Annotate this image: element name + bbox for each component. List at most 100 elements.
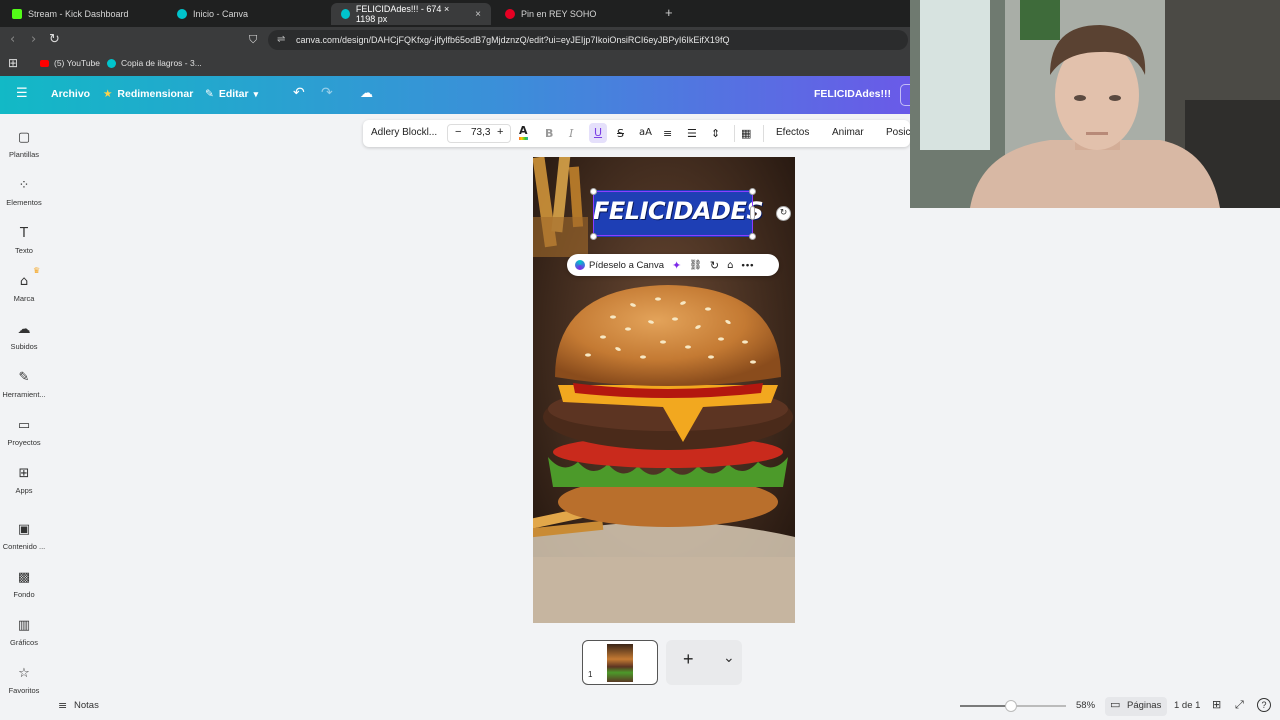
tab-inicio-canva[interactable]: Inicio - Canva [167,3,332,25]
edit-mode-button[interactable]: ✎ Editar ▾ [205,88,258,100]
url-field[interactable]: ⇌ canva.com/design/DAHCjFQKfxg/-jlfylfb6… [268,30,908,50]
text-color-icon[interactable]: A [519,125,528,140]
edit-label: Editar [218,88,249,100]
tab-felicidades-design[interactable]: FELICIDAdes!!! - 674 × 1198 px × [331,3,491,25]
spacing-icon[interactable]: ⇕ [711,127,720,140]
apps-icon: ⊞ [18,466,30,481]
redo-icon[interactable]: ↷ [321,85,333,101]
tab-title: Inicio - Canva [193,9,249,19]
fullscreen-icon[interactable]: ⤢ [1235,698,1244,712]
sidebar-item-elements[interactable]: ⁘ Elementos [0,178,48,207]
decrease-font-button[interactable]: − [455,126,461,138]
resize-label: Redimensionar [117,88,194,100]
sidebar-item-favorites[interactable]: ☆ Favoritos [0,666,48,695]
sidebar-item-label: Subidos [10,342,38,351]
animate-button[interactable]: Animar [832,127,864,138]
left-sidebar: ▢ Plantillas ⁘ Elementos T Texto ♛ ⌂ Mar… [0,114,48,720]
sidebar-item-projects[interactable]: ▭ Proyectos [0,418,48,447]
bookmark-youtube[interactable]: (5) YouTube [40,58,100,68]
sidebar-item-charts[interactable]: ▥ Gráficos [0,618,48,647]
sidebar-item-tools[interactable]: ✎ Herramient... [0,370,48,399]
rotate-icon[interactable]: ↻ [776,206,791,221]
tab-pin-rey-soho[interactable]: Pin en REY SOHO [495,3,665,25]
bold-icon[interactable]: B [545,127,553,140]
undo-icon[interactable]: ↶ [293,85,305,101]
kick-icon [12,9,22,19]
element-context-menu: Pídeselo a Canva ✦ ⛓ ↻ ⌂ ••• [567,254,779,276]
grid-view-icon[interactable]: ⊞ [1212,698,1221,711]
more-options-icon[interactable]: ••• [742,260,755,271]
bookmark-copia[interactable]: Copia de ilagros - 3... [107,58,202,68]
close-tab-icon[interactable]: × [475,9,481,20]
sidebar-item-templates[interactable]: ▢ Plantillas [0,130,48,159]
canva-ai-icon [575,260,585,270]
elements-icon: ⁘ [18,178,30,193]
underline-icon[interactable]: U [589,123,607,143]
page-number: 1 [588,670,593,679]
design-page[interactable]: FELICIDADES ↻ [533,157,795,623]
apps-grid-icon[interactable]: ⊞ [8,56,18,70]
notes-button[interactable]: Notas [74,700,99,711]
zoom-level[interactable]: 58% [1076,700,1095,711]
side-handle[interactable] [750,206,755,220]
share-button-edge[interactable] [900,84,910,106]
resize-button[interactable]: ★ Redimensionar [103,88,193,100]
effects-button[interactable]: Efectos [776,127,809,138]
chevron-down-icon[interactable]: ⌄ [723,650,735,666]
font-family-dropdown[interactable]: Adlery Blockl... [371,127,437,138]
design-title[interactable]: FELICIDAdes!!! [814,88,891,100]
notes-icon: ≡ [58,699,68,712]
charts-icon: ▥ [17,618,31,633]
sidebar-item-brand[interactable]: ♛ ⌂ Marca [0,266,48,303]
sidebar-item-background[interactable]: ▩ Fondo [0,570,48,599]
sidebar-item-label: Texto [15,246,33,255]
resize-handle[interactable] [590,188,597,195]
align-center-icon[interactable]: ≡ [663,127,672,140]
back-icon[interactable]: ‹ [10,32,15,47]
page-thumbnail[interactable]: 1 [582,640,658,685]
position-button[interactable]: Posic [886,127,910,138]
tab-kick-dashboard[interactable]: Stream - Kick Dashboard [2,3,167,25]
menu-icon[interactable]: ☰ [16,86,28,101]
resize-handle[interactable] [749,233,756,240]
sidebar-item-apps[interactable]: ⊞ Apps [0,466,48,495]
divider [763,125,764,142]
canva-icon [107,58,116,68]
forward-icon[interactable]: › [31,32,36,47]
bookmark-icon[interactable]: ⛉ [249,33,257,47]
new-tab-button[interactable]: + [665,5,673,20]
sidebar-item-label: Gráficos [10,638,38,647]
increase-font-button[interactable]: + [497,126,503,138]
sidebar-item-text[interactable]: T Texto [0,226,48,255]
transparency-icon[interactable]: ▦ [741,127,751,140]
cloud-saved-icon[interactable]: ☁ [360,86,373,101]
link-icon[interactable]: ⛓ [689,260,702,271]
resize-handle[interactable] [749,188,756,195]
zoom-slider-handle[interactable] [1005,700,1017,712]
page-count: 1 de 1 [1174,700,1201,711]
crown-icon: ★ [103,88,113,100]
italic-icon[interactable]: I [569,127,573,140]
letter-case-icon[interactable]: aA [639,127,652,138]
add-page-button[interactable]: + [683,649,694,670]
canva-header: ☰ Archivo ★ Redimensionar ✎ Editar ▾ ↶ ↷… [0,76,910,114]
resize-handle[interactable] [590,233,597,240]
site-info-icon[interactable]: ⇌ [277,34,285,45]
list-icon[interactable]: ☰ [687,127,697,140]
file-menu-button[interactable]: Archivo [51,88,90,100]
magic-edit-icon[interactable]: ✦ [672,259,681,272]
strikethrough-icon[interactable]: S [617,127,624,140]
sidebar-item-label: Herramient... [2,390,46,399]
sidebar-item-label: Elementos [6,198,42,207]
comment-icon[interactable]: ↻ [710,259,719,272]
help-icon[interactable]: ? [1257,698,1271,712]
lock-icon[interactable]: ⌂ [727,260,733,271]
selection-frame [593,191,753,236]
ask-canva-button[interactable]: Pídeselo a Canva [589,260,664,271]
divider [734,125,735,142]
canva-icon [177,9,187,19]
sidebar-item-content[interactable]: ▣ Contenido ... [0,522,48,551]
font-size-input[interactable]: 73,3 [471,127,490,138]
reload-icon[interactable]: ↻ [49,32,60,47]
sidebar-item-uploads[interactable]: ☁ Subidos [0,322,48,351]
